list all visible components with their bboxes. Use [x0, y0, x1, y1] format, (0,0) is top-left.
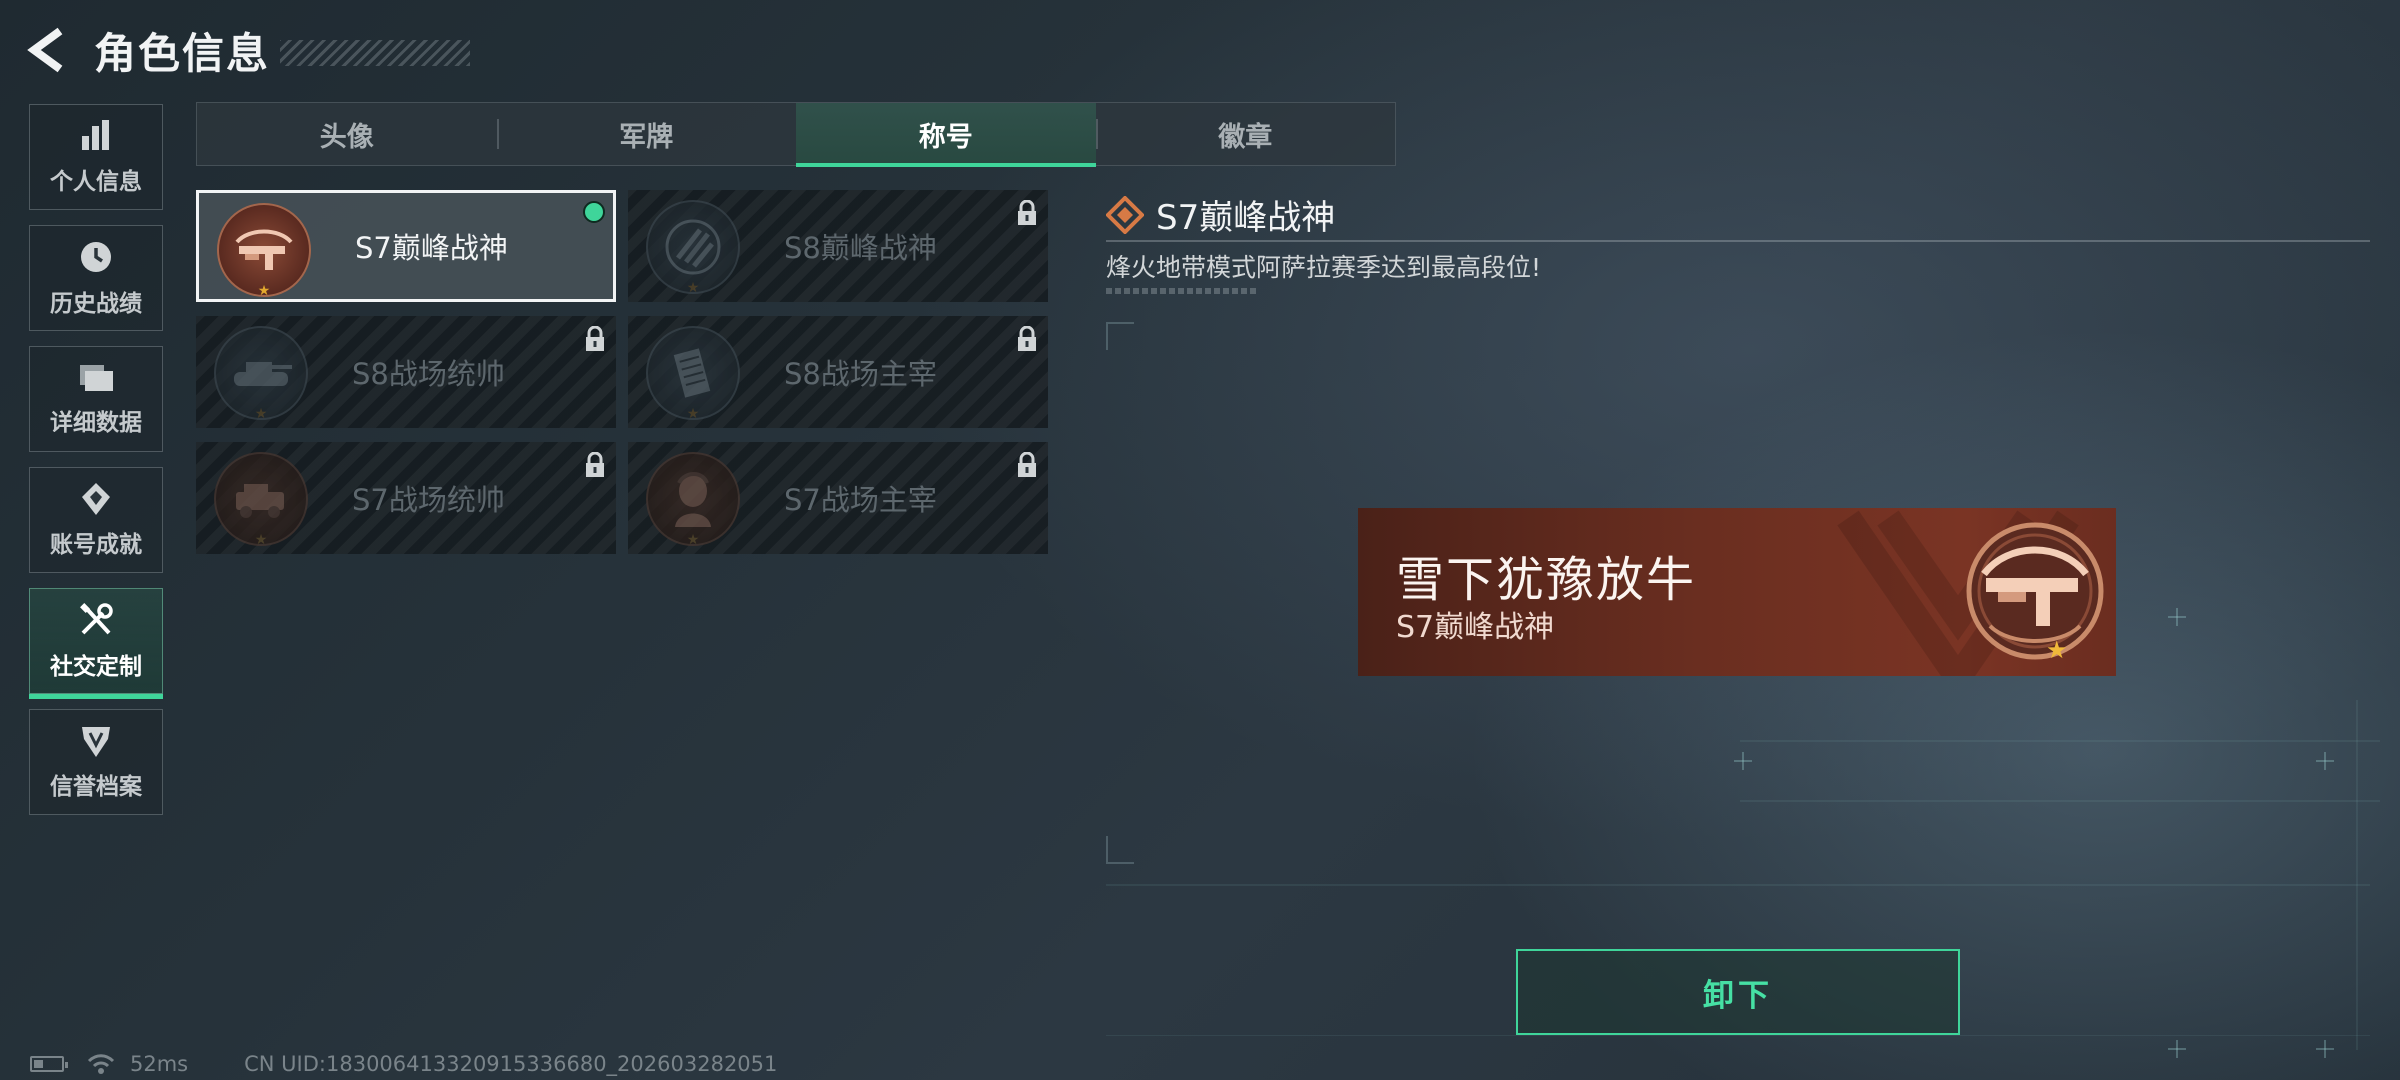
wifi-icon	[87, 1054, 115, 1074]
title-card-s7-dominator[interactable]: ★ S7战场主宰	[628, 442, 1048, 554]
sidebar-item-reputation[interactable]: 信誉档案	[29, 709, 163, 815]
title-name: S7巅峰战神	[355, 231, 508, 265]
divider	[1106, 240, 2370, 242]
page-title: 角色信息	[94, 28, 271, 78]
sidebar-item-personal-info[interactable]: 个人信息	[29, 104, 163, 210]
lock-icon	[1018, 326, 1036, 351]
title-card-s8-commander[interactable]: ★ S8战场统帅	[196, 316, 616, 428]
sidebar-item-match-history[interactable]: 历史战绩	[29, 225, 163, 331]
sidebar-item-label: 账号成就	[50, 532, 142, 558]
bar-chart-icon	[78, 118, 114, 154]
tab-avatar[interactable]: 头像	[197, 103, 497, 165]
unequip-button[interactable]: 卸下	[1516, 949, 1960, 1035]
bg-plus-mark	[2168, 1040, 2186, 1058]
status-bar: 52ms CN UID:18300641332091533668​0_20260…	[30, 1052, 777, 1076]
shield-icon	[78, 723, 114, 759]
star-icon: ★	[686, 406, 700, 422]
bg-plus-mark	[2168, 608, 2186, 626]
nameplate-preview: 雪下犹豫放牛 S7巅峰战神 ★	[1358, 508, 2116, 676]
title-card-s7-commander[interactable]: ★ S7战场统帅	[196, 442, 616, 554]
striped-emblem-icon: ★	[646, 200, 740, 296]
tank-emblem-icon: ★	[214, 326, 308, 422]
title-name: S7战场主宰	[784, 483, 937, 517]
detail-title: S7巅峰战神	[1156, 198, 1336, 238]
crossbow-emblem-icon: ★	[217, 203, 311, 299]
back-button[interactable]	[24, 25, 68, 75]
bg-grid-line	[1106, 1035, 2370, 1036]
tab-badge[interactable]: 徽章	[1095, 103, 1396, 165]
preview-title: S7巅峰战神	[1396, 610, 1555, 645]
category-tabs: 头像 军牌 称号 徽章	[196, 102, 1396, 167]
tab-title[interactable]: 称号	[796, 103, 1096, 167]
title-decoration	[280, 40, 471, 66]
lock-icon	[1018, 452, 1036, 477]
lock-icon	[586, 326, 604, 351]
achievement-icon	[78, 481, 114, 517]
sidebar-item-label: 社交定制	[50, 654, 142, 680]
page-header: 角色信息	[24, 20, 471, 80]
clock-icon	[77, 238, 115, 276]
player-name: 雪下犹豫放牛	[1396, 552, 1697, 608]
diamond-emblem-icon	[1106, 195, 1144, 234]
lock-icon	[586, 452, 604, 477]
sidebar-item-social-custom[interactable]: 社交定制	[29, 588, 163, 699]
frame-corner	[1106, 322, 1134, 350]
bg-plus-mark	[1734, 752, 1752, 770]
title-name: S8战场主宰	[784, 357, 937, 391]
svg-text:★: ★	[2046, 636, 2068, 664]
star-icon: ★	[257, 283, 271, 299]
bg-grid-line	[2356, 700, 2358, 1050]
bg-grid-line	[1740, 800, 2380, 802]
bg-plus-mark	[2316, 1040, 2334, 1058]
decorative-microtext	[1106, 288, 1258, 294]
crossbow-emblem-icon: ★	[1966, 522, 2104, 664]
bg-grid-line	[1106, 884, 2370, 886]
title-name: S8巅峰战神	[784, 231, 937, 265]
sidebar-item-detailed-data[interactable]: 详细数据	[29, 346, 163, 452]
folder-icon	[77, 361, 115, 395]
star-icon: ★	[254, 406, 268, 422]
battery-icon	[30, 1056, 68, 1072]
title-name: S8战场统帅	[352, 357, 505, 391]
back-arrow-icon	[27, 27, 63, 73]
soldier-emblem-icon: ★	[646, 452, 740, 548]
star-icon: ★	[686, 532, 700, 548]
tab-dogtag[interactable]: 军牌	[496, 103, 797, 165]
title-name: S7战场统帅	[352, 483, 505, 517]
bg-grid-line	[1740, 740, 2380, 742]
title-card-s8-dominator[interactable]: ★ S8战场主宰	[628, 316, 1048, 428]
sidebar-item-achievements[interactable]: 账号成就	[29, 467, 163, 573]
sidebar-item-label: 详细数据	[50, 410, 142, 436]
sidebar-item-label: 历史战绩	[50, 291, 142, 317]
sidebar-item-label: 信誉档案	[50, 774, 142, 800]
ping-readout: 52ms	[130, 1052, 189, 1076]
bg-plus-mark	[2316, 752, 2334, 770]
sidebar: 个人信息 历史战绩 详细数据 账号成就 社交定制 信誉档案	[29, 104, 165, 830]
star-icon: ★	[254, 532, 268, 548]
lock-icon	[1018, 200, 1036, 225]
uid-text: CN UID:18300641332091533668​0_2026032820…	[244, 1052, 778, 1076]
detail-description: 烽火地带模式阿萨拉赛季达到最高段位!	[1106, 253, 1542, 282]
title-card-s8-peak[interactable]: ★ S8巅峰战神	[628, 190, 1048, 302]
star-icon: ★	[686, 280, 700, 296]
frame-corner	[1106, 836, 1134, 864]
title-card-s7-peak[interactable]: ★ S7巅峰战神	[196, 190, 616, 302]
equipped-indicator	[583, 201, 605, 223]
tools-icon	[77, 601, 115, 639]
sidebar-item-label: 个人信息	[50, 169, 142, 195]
detail-header: S7巅峰战神	[1106, 190, 1335, 239]
building-emblem-icon: ★	[646, 326, 740, 422]
vehicle-emblem-icon: ★	[214, 452, 308, 548]
